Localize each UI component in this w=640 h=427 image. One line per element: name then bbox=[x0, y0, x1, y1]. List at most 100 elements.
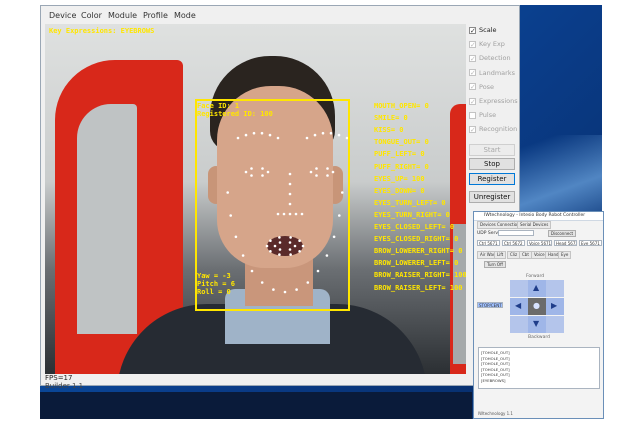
log-line: [TOHOLE_OUT] bbox=[481, 361, 510, 366]
pad-right[interactable]: ▶ bbox=[546, 298, 564, 315]
checkbox-icon[interactable]: ✓ bbox=[469, 40, 476, 48]
expression-value: BROW_RAISER_LEFT= 100 bbox=[374, 283, 463, 292]
expression-value: TONGUE_OUT= 0 bbox=[374, 138, 429, 147]
option-label: Key Exp bbox=[479, 40, 505, 49]
expression-value: BROW_RAISER_RIGHT= 100 bbox=[374, 271, 466, 280]
log-line: [TOHOLE_OUT] bbox=[481, 366, 510, 372]
mode-tab[interactable]: Cbt bbox=[519, 251, 532, 259]
checkbox-icon[interactable] bbox=[469, 111, 476, 119]
expression-value: EYES_TURN_RIGHT= 0 bbox=[374, 210, 450, 219]
expression-value: SMILE= 0 bbox=[374, 114, 408, 123]
start-button[interactable]: Start bbox=[469, 144, 515, 156]
option-pulse[interactable]: Pulse bbox=[469, 111, 496, 119]
menu-bar: Device Color Module Profile Mode bbox=[41, 6, 519, 24]
checkbox-icon[interactable]: ✓ bbox=[469, 83, 476, 91]
option-key-exp[interactable]: ✓ Key Exp bbox=[469, 40, 505, 48]
camera-feed: Key Expressions: EYEBROWS Face ID: 1 Reg… bbox=[45, 24, 466, 374]
pitch-text: Pitch = 6 bbox=[197, 280, 235, 288]
expression-value: MOUTH_OPEN= 0 bbox=[374, 102, 429, 110]
tab-devices-connection[interactable]: Devices Connection bbox=[477, 221, 523, 229]
pad-down[interactable]: ▼ bbox=[528, 316, 546, 333]
port-field-voice[interactable]: Voice 5671 bbox=[527, 240, 552, 246]
arrow-up-icon: ▲ bbox=[533, 283, 540, 292]
menu-module[interactable]: Module bbox=[108, 11, 137, 20]
robot-version: IWtechnology 1.1 bbox=[478, 411, 513, 416]
yaw-text: Yaw = -3 bbox=[197, 272, 231, 280]
pad-down-right[interactable] bbox=[546, 316, 564, 333]
udp-server-input[interactable] bbox=[498, 230, 534, 236]
log-line: [TOHOLE_OUT] bbox=[481, 355, 510, 361]
face-id-text: Face ID: 1 bbox=[197, 102, 240, 110]
command-log[interactable]: [TOHOLE_OUT] [TOHOLE_OUT] [TOHOLE_OUT] [TOH… bbox=[478, 347, 600, 389]
robot-controller-window: IWtechnology - Intesio Body Robot Contro… bbox=[473, 211, 604, 419]
expression-value: KISS= 0 bbox=[374, 126, 404, 135]
option-label: Expressions bbox=[479, 97, 518, 105]
turn-off-button[interactable]: Turn Off bbox=[484, 261, 506, 268]
option-pose[interactable]: ✓ Pose bbox=[469, 83, 494, 91]
option-detection[interactable]: ✓ Detection bbox=[469, 54, 511, 62]
arrow-down-icon: ▼ bbox=[533, 319, 540, 328]
robot-window-titlebar: IWtechnology - Intesio Body Robot Contro… bbox=[474, 212, 603, 221]
log-line: [TOHOLE_OUT] bbox=[481, 350, 510, 355]
menu-device[interactable]: Device bbox=[49, 11, 76, 20]
tab-serial-devices[interactable]: Serial Devices bbox=[517, 221, 552, 229]
arrow-left-icon: ◀ bbox=[515, 301, 522, 310]
expression-value: PUFF_LEFT= 0 bbox=[374, 150, 425, 159]
roll-text: Roll = 0 bbox=[197, 288, 231, 296]
disconnect-button[interactable]: Disconnect bbox=[548, 230, 576, 237]
checkbox-icon[interactable]: ✓ bbox=[469, 97, 476, 105]
pad-up-right[interactable] bbox=[546, 280, 564, 297]
expression-value: EYES_TURN_LEFT= 0 bbox=[374, 198, 446, 207]
pad-up[interactable]: ▲ bbox=[528, 280, 546, 297]
checkbox-icon[interactable]: ✓ bbox=[469, 125, 476, 133]
log-line: [EYEBROWS] bbox=[481, 377, 506, 383]
expression-value: BROW_LOWERER_RIGHT= 0 bbox=[374, 247, 463, 256]
expression-value: BROW_LOWERER_LEFT= 0 bbox=[374, 259, 459, 268]
port-field-head[interactable]: Head 5672 bbox=[554, 240, 577, 246]
arrow-right-icon: ▶ bbox=[551, 301, 558, 310]
checkbox-icon[interactable]: ✓ bbox=[469, 26, 476, 34]
option-recognition[interactable]: ✓ Recognition bbox=[469, 125, 517, 133]
port-field-ctrl-2[interactable]: Ctrl 5672 bbox=[502, 240, 525, 246]
fps-readout: FPS=17 bbox=[45, 374, 73, 382]
option-label: Pulse bbox=[479, 111, 497, 120]
option-scale[interactable]: ✓ Scale bbox=[469, 26, 497, 34]
expression-value: EYES_CLOSED_LEFT= 0 bbox=[374, 223, 455, 231]
checkbox-icon[interactable]: ✓ bbox=[469, 54, 476, 62]
checkbox-icon[interactable]: ✓ bbox=[469, 69, 476, 77]
menu-profile[interactable]: Profile bbox=[143, 11, 168, 20]
forward-label: Forward bbox=[526, 274, 545, 279]
pad-down-left[interactable] bbox=[510, 316, 528, 333]
port-field-eye[interactable]: Eye 5671 bbox=[579, 240, 602, 246]
log-line: [TOHOLE_OUT] bbox=[481, 372, 510, 377]
stop-button[interactable]: Stop bbox=[469, 158, 515, 170]
menu-color[interactable]: Color bbox=[81, 11, 102, 20]
taskbar bbox=[40, 392, 472, 419]
register-button[interactable]: Register bbox=[469, 173, 515, 185]
expression-value: EYES_DOWN= 0 bbox=[374, 186, 425, 195]
pad-left[interactable]: ◀ bbox=[510, 298, 528, 315]
menu-mode[interactable]: Mode bbox=[174, 11, 196, 20]
mode-tab[interactable]: Lift bbox=[494, 251, 507, 259]
stop-hand-icon: ● bbox=[533, 301, 540, 310]
option-label: Recognition bbox=[479, 125, 518, 134]
pad-center[interactable]: ● bbox=[528, 298, 546, 315]
face-tracking-window: Device Color Module Profile Mode Key Exp… bbox=[40, 5, 520, 390]
stop-center-field[interactable]: STOP/CENTER bbox=[477, 302, 503, 308]
expression-value: EYES_CLOSED_RIGHT= 0 bbox=[374, 235, 459, 244]
option-label: Scale bbox=[479, 26, 497, 34]
unregister-button[interactable]: Unregister bbox=[469, 191, 515, 203]
port-field-ctrl-1[interactable]: Ctrl 5671 bbox=[477, 240, 500, 246]
option-expressions[interactable]: ✓ Expressions bbox=[469, 97, 518, 105]
registered-id-text: Registered ID: 100 bbox=[197, 110, 273, 118]
option-label: Landmarks bbox=[479, 68, 515, 77]
expression-value: EYES_UP= 100 bbox=[374, 174, 425, 183]
build-version: Builder 1.1 bbox=[45, 382, 84, 390]
expression-value: PUFF_RIGHT= 0 bbox=[374, 162, 429, 171]
backward-label: Backward bbox=[528, 335, 550, 340]
mode-tab[interactable]: Eye bbox=[558, 251, 572, 259]
option-label: Detection bbox=[479, 54, 511, 63]
robot-window-title: IWtechnology - Intesio Body Robot Contro… bbox=[484, 213, 586, 218]
option-landmarks[interactable]: ✓ Landmarks bbox=[469, 69, 515, 77]
pad-up-left[interactable] bbox=[510, 280, 528, 297]
